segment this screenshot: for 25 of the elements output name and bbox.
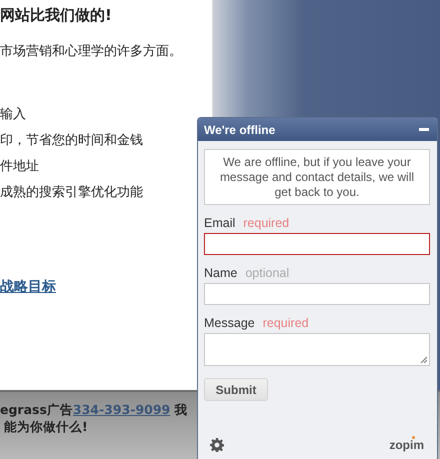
input-field[interactable] [204,233,430,255]
optional-hint: optional [245,266,290,280]
article-text: 输入 [0,108,27,122]
article-text: 印，节省您的时间和金钱 [0,134,144,148]
article-text: 成熟的搜索引擎优化功能 [0,186,144,200]
article-text: 市场营销和心理学的许多方面。 [0,45,183,59]
field-label: Email [204,216,236,230]
submit-button[interactable]: Submit [204,378,268,401]
required-hint: required [262,316,309,330]
field-label: Message [204,316,255,330]
footer-text: egrass广告 [0,402,73,417]
input-field[interactable] [204,283,430,305]
offline-notice: We are offline, but if you leave your message and contact details, we will get back to you. [204,149,430,205]
settings-icon[interactable] [210,438,224,452]
footer-text: 我 [174,402,188,417]
resize-grip-icon[interactable] [420,356,427,363]
required-hint: required [243,216,290,230]
strategy-link[interactable]: 战略目标 [0,278,56,296]
footer-text: 能为你做什么! [4,419,88,434]
article-heading: 网站比我们做的! [0,5,113,25]
brand-logo[interactable]: zopim [389,438,424,452]
message-field[interactable] [204,333,430,366]
chat-title: We're offline [204,122,276,136]
article-text: 件地址 [0,160,40,174]
field-label: Name [204,266,238,280]
